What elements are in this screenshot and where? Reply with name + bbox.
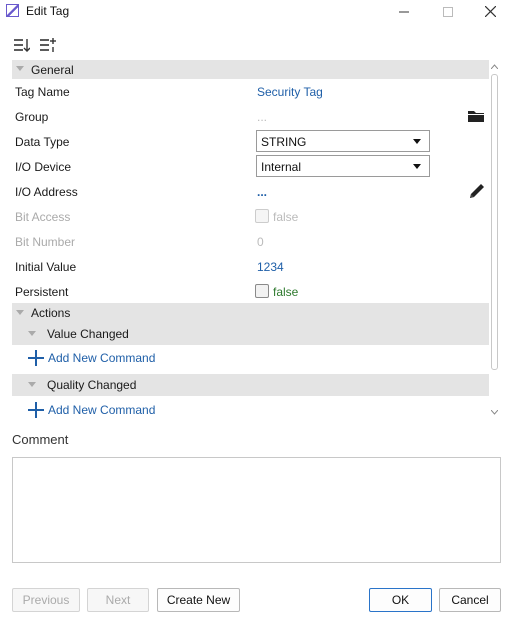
section-label: Actions bbox=[31, 306, 71, 320]
property-label: Bit Number bbox=[15, 235, 76, 249]
add-new-command-label: Add New Command bbox=[48, 351, 156, 365]
vertical-scrollbar[interactable] bbox=[489, 60, 500, 423]
add-new-command-button[interactable]: Add New Command bbox=[28, 402, 155, 418]
cancel-button[interactable]: Cancel bbox=[439, 588, 501, 612]
close-icon bbox=[484, 6, 496, 17]
data-type-select[interactable]: STRING bbox=[256, 130, 430, 152]
close-button[interactable] bbox=[468, 0, 511, 23]
section-value-changed[interactable]: Value Changed bbox=[12, 323, 489, 345]
minimize-icon bbox=[399, 11, 409, 12]
comment-textarea[interactable] bbox=[12, 457, 501, 563]
expand-caret-icon[interactable] bbox=[28, 382, 36, 387]
pencil-icon[interactable] bbox=[467, 181, 487, 204]
row-data-type: Data Type STRING bbox=[12, 129, 489, 154]
scroll-up-icon[interactable] bbox=[490, 62, 499, 71]
comment-label: Comment bbox=[12, 432, 69, 447]
property-toolbar bbox=[12, 36, 56, 60]
row-tag-name: Tag Name Security Tag bbox=[12, 79, 489, 104]
title-bar: Edit Tag bbox=[0, 0, 511, 23]
property-label: Data Type bbox=[15, 135, 70, 149]
property-label: Initial Value bbox=[15, 260, 77, 274]
property-label: Group bbox=[15, 110, 49, 124]
section-label: Value Changed bbox=[47, 327, 129, 341]
bit-access-checkbox bbox=[255, 209, 269, 223]
maximize-icon bbox=[443, 6, 453, 17]
row-io-device: I/O Device Internal bbox=[12, 154, 489, 179]
row-bit-number: Bit Number 0 bbox=[12, 229, 489, 254]
bit-access-value: false bbox=[273, 210, 299, 224]
bit-number-value: 0 bbox=[257, 235, 264, 249]
plus-icon bbox=[28, 402, 44, 418]
app-icon bbox=[6, 4, 19, 17]
sort-icon[interactable] bbox=[12, 36, 31, 54]
property-label: I/O Address bbox=[15, 185, 78, 199]
group-value[interactable]: ... bbox=[257, 110, 267, 124]
add-new-command-label: Add New Command bbox=[48, 403, 156, 417]
row-group: Group ... bbox=[12, 104, 489, 129]
next-button[interactable]: Next bbox=[87, 588, 149, 612]
row-bit-access: Bit Access false bbox=[12, 204, 489, 229]
plus-icon bbox=[28, 350, 44, 366]
tag-name-value[interactable]: Security Tag bbox=[257, 85, 323, 99]
minimize-button[interactable] bbox=[382, 0, 426, 23]
property-label: Bit Access bbox=[15, 210, 71, 224]
expand-caret-icon[interactable] bbox=[16, 66, 24, 71]
initial-value-value[interactable]: 1234 bbox=[257, 260, 284, 274]
section-actions[interactable]: Actions bbox=[12, 303, 489, 323]
io-device-value: Internal bbox=[261, 160, 302, 174]
section-label: General bbox=[31, 63, 74, 77]
row-io-address: I/O Address ... bbox=[12, 179, 489, 204]
property-label: Persistent bbox=[15, 285, 69, 299]
data-type-value: STRING bbox=[261, 135, 307, 149]
property-label: Tag Name bbox=[15, 85, 70, 99]
section-label: Quality Changed bbox=[47, 378, 137, 392]
maximize-button[interactable] bbox=[426, 0, 470, 23]
io-address-value[interactable]: ... bbox=[257, 185, 267, 199]
section-general[interactable]: General bbox=[12, 60, 489, 79]
scroll-down-icon[interactable] bbox=[490, 408, 499, 417]
expand-caret-icon[interactable] bbox=[16, 310, 24, 315]
property-label: I/O Device bbox=[15, 160, 72, 174]
add-new-command-button[interactable]: Add New Command bbox=[28, 350, 155, 366]
persistent-value: false bbox=[273, 285, 299, 299]
categorize-icon[interactable] bbox=[38, 36, 56, 54]
previous-button[interactable]: Previous bbox=[12, 588, 80, 612]
scrollbar-thumb[interactable] bbox=[491, 74, 498, 370]
row-persistent: Persistent false bbox=[12, 279, 489, 304]
dropdown-arrow-icon bbox=[413, 164, 421, 169]
dropdown-arrow-icon bbox=[413, 139, 421, 144]
ok-button[interactable]: OK bbox=[369, 588, 432, 612]
property-grid: General Tag Name Security Tag Group ... … bbox=[12, 60, 489, 423]
folder-icon[interactable] bbox=[467, 109, 485, 126]
section-quality-changed[interactable]: Quality Changed bbox=[12, 374, 489, 396]
create-new-button[interactable]: Create New bbox=[157, 588, 240, 612]
row-initial-value: Initial Value 1234 bbox=[12, 254, 489, 279]
io-device-select[interactable]: Internal bbox=[256, 155, 430, 177]
expand-caret-icon[interactable] bbox=[28, 331, 36, 336]
window-title: Edit Tag bbox=[26, 4, 70, 18]
persistent-checkbox[interactable] bbox=[255, 284, 269, 298]
